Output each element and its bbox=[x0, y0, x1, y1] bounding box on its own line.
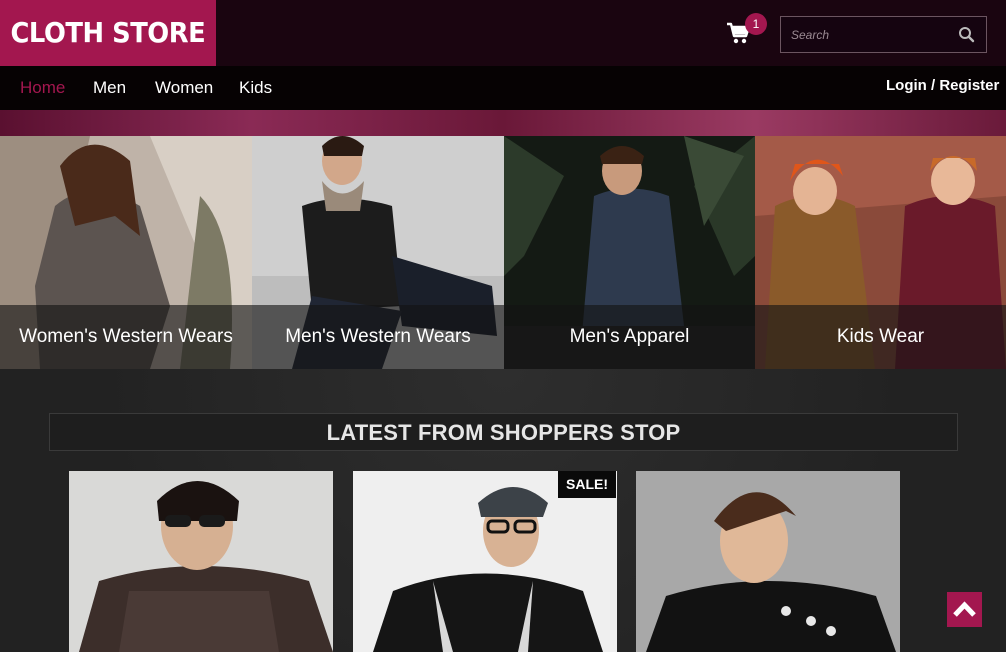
logo-text: CLOTH STORE bbox=[10, 16, 206, 49]
section-title: LATEST FROM SHOPPERS STOP bbox=[49, 413, 958, 451]
search-box bbox=[780, 16, 987, 53]
nav-item-men[interactable]: Men bbox=[93, 66, 126, 110]
product-card[interactable] bbox=[353, 471, 617, 652]
search-icon[interactable] bbox=[957, 25, 977, 45]
product-card[interactable] bbox=[636, 471, 900, 652]
category-label: Kids Wear bbox=[755, 305, 1006, 369]
search-input[interactable] bbox=[781, 17, 951, 52]
product-card[interactable] bbox=[69, 471, 333, 652]
nav-item-kids[interactable]: Kids bbox=[239, 66, 272, 110]
category-tile-kids[interactable]: Kids Wear bbox=[755, 136, 1006, 369]
category-label: Women's Western Wears bbox=[0, 305, 252, 369]
product-image bbox=[636, 471, 900, 652]
product-image bbox=[69, 471, 333, 652]
sale-badge: SALE! bbox=[558, 471, 616, 498]
category-tile-men-apparel[interactable]: Men's Apparel bbox=[504, 136, 755, 369]
category-tile-women[interactable]: Women's Western Wears bbox=[0, 136, 252, 369]
banner-strip bbox=[0, 110, 1006, 136]
category-tile-men-western[interactable]: Men's Western Wears bbox=[252, 136, 504, 369]
main-nav: Home Men Women Kids Login / Register bbox=[0, 66, 1006, 110]
product-image bbox=[353, 471, 617, 652]
nav-item-women[interactable]: Women bbox=[155, 66, 213, 110]
cart-count-badge: 1 bbox=[745, 13, 767, 35]
category-label: Men's Western Wears bbox=[252, 305, 504, 369]
login-register-link[interactable]: Login / Register bbox=[886, 66, 999, 106]
chevron-up-icon[interactable] bbox=[947, 592, 982, 627]
category-label: Men's Apparel bbox=[504, 305, 755, 369]
logo[interactable]: CLOTH STORE bbox=[0, 0, 216, 66]
nav-item-home[interactable]: Home bbox=[20, 66, 65, 110]
